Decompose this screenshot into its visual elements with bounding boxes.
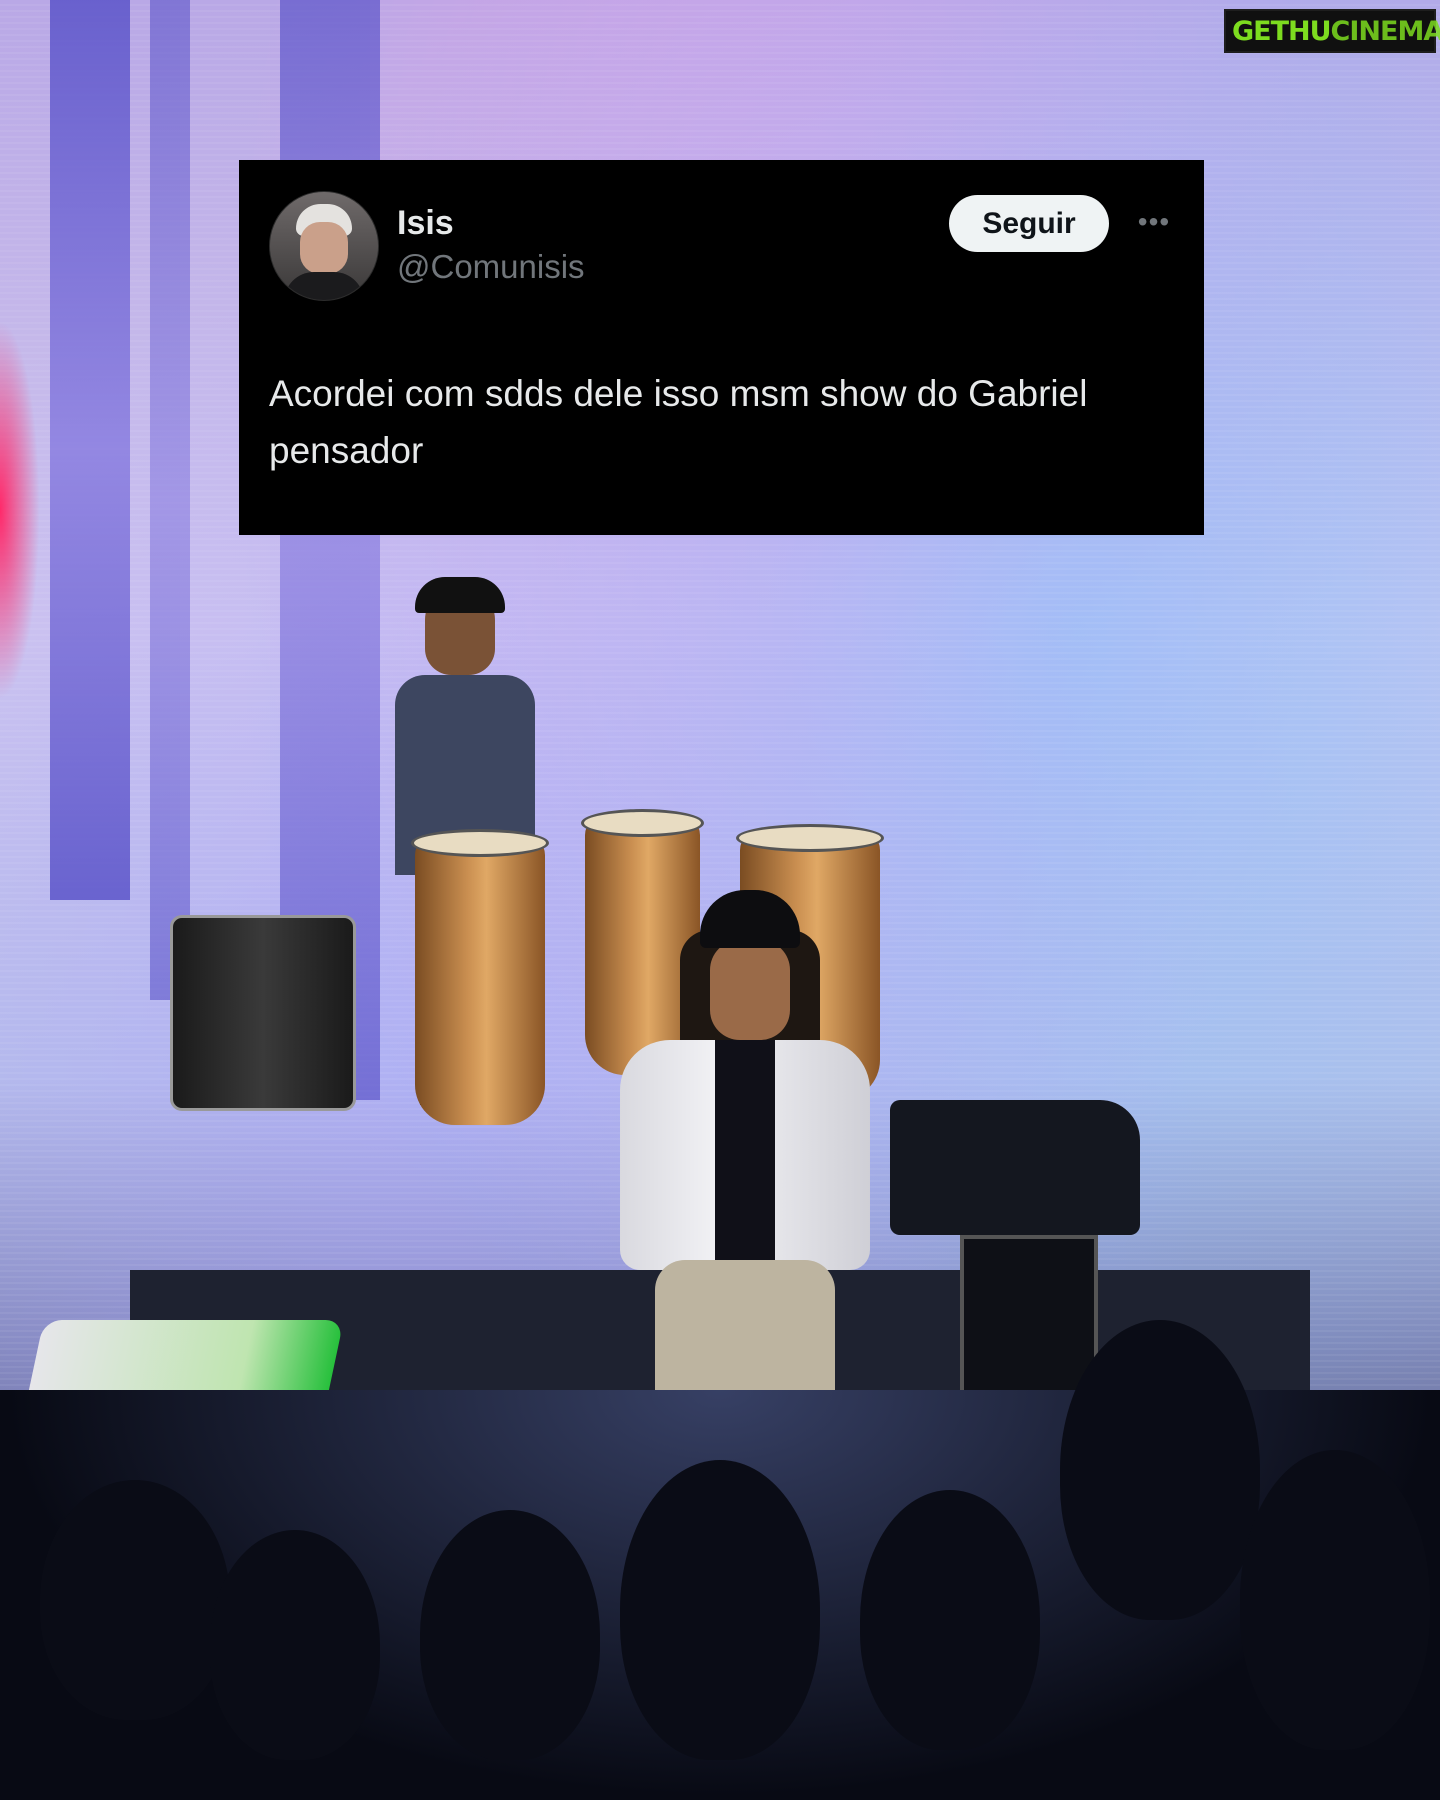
watermark-logo: GETHU CINEMA (1224, 9, 1440, 53)
tweet-card: Isis @Comunisis Seguir ••• Acordei com s… (239, 160, 1204, 535)
drum-kit (170, 915, 356, 1111)
tweet-text: Acordei com sdds dele isso msm show do G… (269, 373, 1088, 471)
stage-light-glow (0, 320, 40, 700)
led-screen-stripe (150, 0, 190, 1000)
conga-drum (411, 829, 549, 1125)
led-screen-stripe (50, 0, 130, 900)
author-name[interactable]: Isis (397, 204, 454, 243)
follow-button[interactable]: Seguir (949, 195, 1109, 252)
singer-performer (620, 890, 870, 1450)
more-horizontal-icon[interactable]: ••• (1132, 208, 1176, 236)
stage-speaker (890, 1100, 1140, 1235)
crowd (0, 1320, 1440, 1800)
author-handle[interactable]: @Comunisis (397, 248, 585, 286)
avatar[interactable] (269, 191, 379, 301)
